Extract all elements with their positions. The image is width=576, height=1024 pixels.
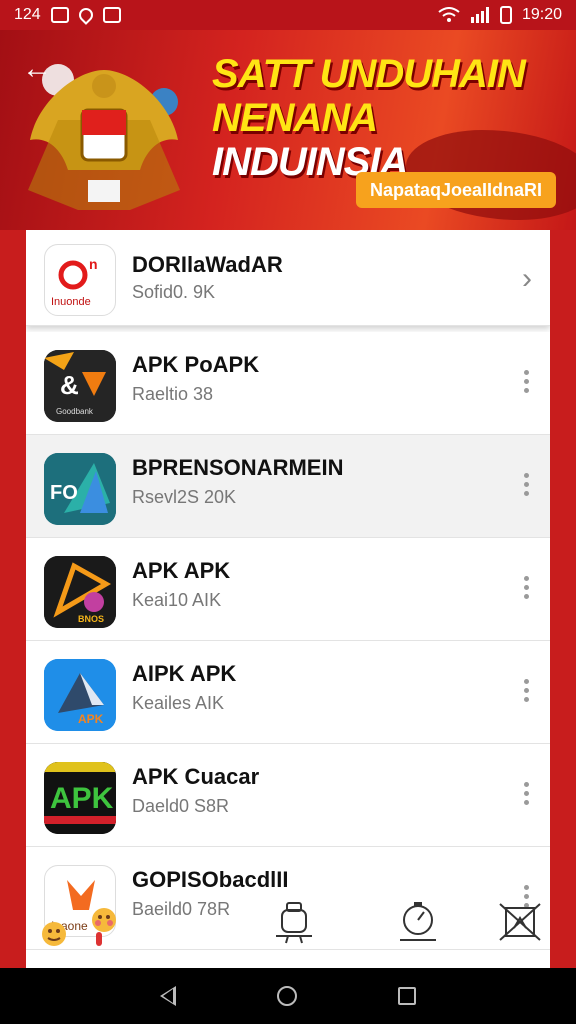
featured-app-sub: Sofid0. 9K [132, 282, 216, 302]
chevron-right-icon[interactable]: › [522, 262, 532, 296]
header-pill-button[interactable]: NapataqJoeaIIdnaRI [356, 172, 557, 208]
more-vert-icon[interactable] [524, 782, 530, 809]
app-sub: Keailes AIK [132, 693, 225, 713]
signal-icon [470, 7, 489, 23]
nav-back-icon[interactable] [160, 986, 177, 1006]
broken-frame-icon[interactable] [498, 900, 542, 944]
nav-home-icon[interactable] [276, 986, 297, 1006]
app-sub: Raeltio 38 [132, 384, 214, 404]
timer-icon[interactable] [396, 900, 440, 944]
app-icon: BNOS [44, 556, 116, 628]
page-title: SATT UNDUHAIN NENANA INDUINSIA [212, 52, 562, 184]
camera-icon [102, 7, 121, 23]
app-icon: & Goodbank [44, 350, 116, 422]
svg-text:n: n [89, 256, 98, 272]
status-time: 19:20 [521, 6, 562, 23]
app-sub: Baeild0 78R [132, 899, 231, 919]
list-item-partial[interactable] [26, 950, 550, 968]
svg-text:Inuonde: Inuonde [51, 296, 91, 308]
list-item[interactable]: BNOS APK APK Keai10 AIK [26, 538, 550, 641]
svg-text:&: & [60, 370, 79, 400]
svg-text:BNOS: BNOS [78, 614, 104, 624]
app-icon: FO [44, 453, 116, 525]
app-name: APK Cuacar [132, 764, 260, 789]
location-icon [75, 5, 96, 25]
featured-app-name: DORIlaWadAR [132, 252, 283, 277]
battery-icon [499, 6, 512, 24]
wifi-icon [438, 7, 460, 22]
svg-text:Goodbank: Goodbank [56, 407, 94, 416]
list-item[interactable]: APK APK Cuacar Daeld0 S8R [26, 744, 550, 847]
system-nav-bar [0, 968, 576, 1024]
emoji-faces-icon [42, 908, 116, 946]
svg-text:APK: APK [50, 782, 114, 815]
app-list: n Inuonde DORIlaWadAR Sofid0. 9K › & Goodb… [26, 230, 550, 968]
svg-text:FO: FO [50, 482, 78, 504]
more-vert-icon[interactable] [524, 679, 530, 706]
gallery-icon [50, 7, 69, 23]
app-icon: APK [44, 659, 116, 731]
list-item[interactable]: & Goodbank APK PoAPK Raeltio 38 [26, 332, 550, 435]
more-vert-icon[interactable] [524, 370, 530, 397]
app-name: AIPK APK [132, 661, 237, 686]
app-sub: Daeld0 S8R [132, 796, 230, 816]
status-bar: 124 19:20 [0, 0, 576, 30]
app-name: APK PoAPK [132, 352, 260, 377]
app-sub: Rsevl2S 20K [132, 487, 237, 507]
status-left-text: 124 [14, 6, 41, 23]
title-line-1: SATT UNDUHAIN [212, 52, 526, 96]
app-name: APK APK [132, 558, 231, 583]
featured-app-row[interactable]: n Inuonde DORIlaWadAR Sofid0. 9K › [26, 230, 550, 326]
app-icon: APK [44, 762, 116, 834]
title-line-2a: NENANA [212, 96, 377, 140]
app-name: BPRENSONARMEIN [132, 455, 344, 480]
back-arrow-icon[interactable]: ← [22, 54, 52, 84]
list-item[interactable]: FO BPRENSONARMEIN Rsevl2S 20K [26, 435, 550, 538]
list-item[interactable]: APK AIPK APK Keailes AIK [26, 641, 550, 744]
robot-icon[interactable] [274, 900, 314, 944]
more-vert-icon[interactable] [524, 576, 530, 603]
nav-recent-icon[interactable] [397, 987, 416, 1005]
svg-text:APK: APK [78, 712, 104, 726]
featured-app-icon: n Inuonde [44, 244, 116, 316]
app-name: GOPISObacdlII [132, 867, 289, 892]
more-vert-icon[interactable] [524, 473, 530, 500]
app-sub: Keai10 AIK [132, 590, 222, 610]
